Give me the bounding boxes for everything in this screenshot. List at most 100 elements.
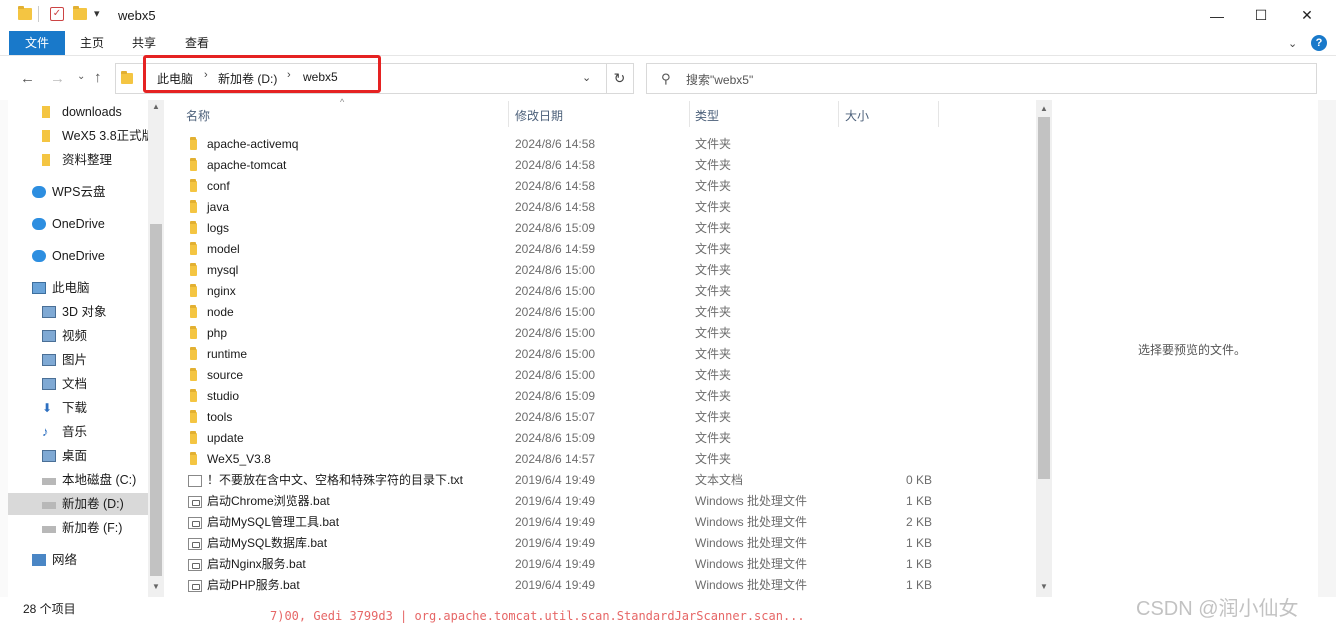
nav-item[interactable]: 资料整理	[8, 149, 148, 171]
video-icon	[42, 330, 56, 342]
music-icon: ♪	[42, 424, 49, 439]
computer-icon	[32, 282, 46, 294]
recent-locations-icon[interactable]: ⌄	[77, 71, 85, 82]
refresh-icon: ↻	[613, 70, 626, 86]
cloud-icon	[32, 250, 46, 262]
file-type: 文本文档	[695, 473, 744, 487]
file-row[interactable]: 启动MySQL数据库.bat 2019/6/4 19:49 Windows 批处理文…	[176, 533, 1036, 554]
file-row[interactable]: 启动PHP服务.bat 2019/6/4 19:49 Windows 批处理文件 1 …	[176, 575, 1036, 596]
file-row[interactable]: 启动Chrome浏览器.bat 2019/6/4 19:49 Windows 批处理…	[176, 491, 1036, 512]
file-row[interactable]: ！不要放在含中文、空格和特殊字符的目录下.txt 2019/6/4 19:49 文本…	[176, 470, 1036, 491]
minimize-button[interactable]: —	[1194, 0, 1240, 31]
quick-access-dropdown-icon[interactable]: ▾	[94, 7, 100, 20]
forward-arrow-icon[interactable]: →	[50, 70, 65, 87]
file-row[interactable]: logs 2024/8/6 15:09 文件夹	[176, 218, 1036, 239]
nav-item[interactable]: 新加卷 (D:)	[8, 493, 148, 515]
file-row[interactable]: studio 2024/8/6 15:09 文件夹	[176, 386, 1036, 407]
nav-item[interactable]: 桌面	[8, 445, 148, 467]
file-date: 2024/8/6 15:00	[515, 368, 596, 382]
pictures-icon	[42, 354, 56, 366]
nav-item[interactable]: WPS云盘	[8, 181, 148, 203]
file-row[interactable]: WeX5_V3.8 2024/8/6 14:57 文件夹	[176, 449, 1036, 470]
drive-icon	[42, 526, 56, 533]
nav-item[interactable]: WeX5 3.8正式版	[8, 125, 148, 147]
tab-file[interactable]: 文件	[9, 31, 65, 55]
close-button[interactable]: ✕	[1284, 0, 1330, 31]
column-divider[interactable]	[508, 101, 509, 127]
folder-icon	[190, 242, 197, 255]
scroll-up-icon[interactable]: ▲	[152, 102, 160, 111]
maximize-button[interactable]: ☐	[1238, 0, 1284, 31]
help-icon[interactable]: ?	[1311, 35, 1327, 51]
file-size: 1 KB	[905, 494, 932, 508]
column-divider[interactable]	[838, 101, 839, 127]
nav-item[interactable]: OneDrive	[8, 213, 148, 235]
sort-ascending-icon: ^	[340, 97, 345, 107]
file-row[interactable]: 启动MySQL管理工具.bat 2019/6/4 19:49 Windows 批处理…	[176, 512, 1036, 533]
nav-item[interactable]: ⬇ 下载	[8, 397, 148, 419]
up-arrow-icon[interactable]: ↑	[94, 69, 102, 86]
tab-home[interactable]: 主页	[72, 31, 112, 55]
new-folder-icon[interactable]	[73, 6, 87, 20]
nav-item[interactable]: 3D 对象	[8, 301, 148, 323]
file-size: 0 KB	[905, 473, 932, 487]
tab-view[interactable]: 查看	[177, 31, 217, 55]
3d-objects-icon	[42, 306, 56, 318]
file-row[interactable]: apache-activemq 2024/8/6 14:58 文件夹	[176, 134, 1036, 155]
file-row[interactable]: model 2024/8/6 14:59 文件夹	[176, 239, 1036, 260]
column-divider[interactable]	[689, 101, 690, 127]
file-size: 1 KB	[905, 557, 932, 571]
file-row[interactable]: node 2024/8/6 15:00 文件夹	[176, 302, 1036, 323]
file-date: 2019/6/4 19:49	[515, 494, 596, 508]
column-header-name[interactable]: 名称	[186, 107, 210, 124]
file-row[interactable]: source 2024/8/6 15:00 文件夹	[176, 365, 1036, 386]
refresh-button[interactable]: ↻	[606, 63, 634, 94]
nav-item[interactable]: 此电脑	[8, 277, 148, 299]
file-list-scrollbar-thumb[interactable]	[1038, 117, 1050, 479]
scroll-down-icon[interactable]: ▼	[1040, 582, 1048, 591]
nav-item[interactable]: 网络	[8, 549, 148, 571]
column-header-date[interactable]: 修改日期	[515, 107, 563, 124]
column-divider[interactable]	[938, 101, 939, 127]
file-row[interactable]: java 2024/8/6 14:58 文件夹	[176, 197, 1036, 218]
file-row[interactable]: php 2024/8/6 15:00 文件夹	[176, 323, 1036, 344]
nav-item-label: 下载	[62, 401, 88, 415]
nav-item[interactable]: 本地磁盘 (C:)	[8, 469, 148, 491]
file-row[interactable]: conf 2024/8/6 14:58 文件夹	[176, 176, 1036, 197]
nav-item[interactable]: OneDrive	[8, 245, 148, 267]
file-name: source	[207, 368, 244, 382]
nav-item-label: 新加卷 (D:)	[62, 497, 124, 511]
file-name: apache-tomcat	[207, 158, 287, 172]
column-header-size[interactable]: 大小	[845, 107, 869, 124]
scroll-down-icon[interactable]: ▼	[152, 582, 160, 591]
back-arrow-icon[interactable]: ←	[20, 70, 35, 87]
batch-file-icon	[188, 538, 202, 550]
file-row[interactable]: nginx 2024/8/6 15:00 文件夹	[176, 281, 1036, 302]
highlight-annotation-box	[143, 55, 381, 93]
folder-icon	[190, 389, 197, 402]
column-header-type[interactable]: 类型	[695, 107, 719, 124]
file-row[interactable]: tools 2024/8/6 15:07 文件夹	[176, 407, 1036, 428]
file-row[interactable]: apache-tomcat 2024/8/6 14:58 文件夹	[176, 155, 1036, 176]
nav-item[interactable]: 视频	[8, 325, 148, 347]
nav-item[interactable]: downloads	[8, 101, 148, 123]
file-row[interactable]: runtime 2024/8/6 15:00 文件夹	[176, 344, 1036, 365]
nav-item[interactable]: 新加卷 (F:)	[8, 517, 148, 539]
background-console-text: 7)00, Gedi 3799d3 | org.apache.tomcat.ut…	[270, 609, 805, 623]
file-row[interactable]: update 2024/8/6 15:09 文件夹	[176, 428, 1036, 449]
file-row[interactable]: 启动Nginx服务.bat 2019/6/4 19:49 Windows 批处理文件…	[176, 554, 1036, 575]
nav-item[interactable]: 文档	[8, 373, 148, 395]
tab-share[interactable]: 共享	[124, 31, 164, 55]
file-row[interactable]: mysql 2024/8/6 15:00 文件夹	[176, 260, 1036, 281]
address-dropdown-icon[interactable]: ⌄	[582, 71, 591, 84]
file-name: 启动Nginx服务.bat	[207, 557, 306, 571]
preview-pane-edge	[1317, 100, 1336, 597]
nav-item[interactable]: 图片	[8, 349, 148, 371]
scroll-up-icon[interactable]: ▲	[1040, 104, 1048, 113]
window-title: webx5	[118, 8, 156, 23]
nav-item[interactable]: ♪ 音乐	[8, 421, 148, 443]
properties-icon[interactable]: ✓	[50, 7, 64, 21]
nav-scrollbar-thumb[interactable]	[150, 224, 162, 576]
expand-ribbon-icon[interactable]: ⌄	[1288, 37, 1297, 50]
nav-item-label: WeX5 3.8正式版	[62, 129, 148, 143]
